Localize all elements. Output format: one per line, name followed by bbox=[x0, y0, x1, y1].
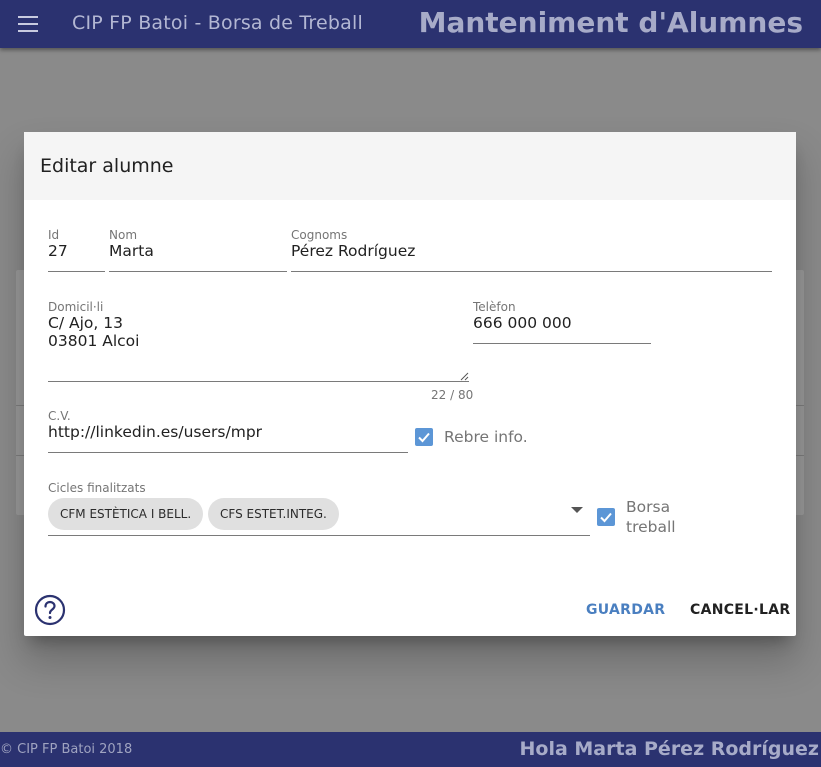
nom-value: Marta bbox=[109, 242, 154, 260]
id-label: Id bbox=[48, 228, 60, 242]
borsa-treball-checkbox[interactable] bbox=[597, 508, 615, 526]
app-bar: CIP FP Batoi - Borsa de Treball Mantenim… bbox=[0, 0, 821, 48]
help-circle-icon[interactable] bbox=[34, 594, 66, 626]
dialog-title: Editar alumne bbox=[40, 155, 174, 177]
domicili-label: Domicil·li bbox=[48, 300, 104, 314]
footer-copyright: © CIP FP Batoi 2018 bbox=[0, 742, 133, 757]
borsa-label-line2: treball bbox=[626, 518, 676, 536]
cognoms-value: Pérez Rodríguez bbox=[291, 242, 416, 260]
save-button[interactable]: GUARDAR bbox=[586, 602, 665, 618]
borsa-treball-label: Borsa treball bbox=[626, 497, 676, 537]
cognoms-field[interactable]: Cognoms Pérez Rodríguez bbox=[291, 228, 772, 272]
id-value: 27 bbox=[48, 242, 68, 260]
footer: © CIP FP Batoi 2018 Hola Marta Pérez Rod… bbox=[0, 732, 821, 767]
nom-label: Nom bbox=[109, 228, 138, 242]
cognoms-label: Cognoms bbox=[291, 228, 348, 242]
check-icon bbox=[418, 432, 430, 443]
borsa-label-line1: Borsa bbox=[626, 498, 671, 516]
rebre-info-checkbox[interactable] bbox=[415, 428, 433, 446]
edit-student-dialog: Editar alumne Id 27 Nom Marta Cognoms Pé… bbox=[24, 132, 796, 636]
resize-handle-icon[interactable] bbox=[460, 372, 469, 381]
domicili-textarea[interactable]: Domicil·li C/ Ajo, 13 03801 Alcoi bbox=[48, 300, 469, 382]
footer-greeting: Hola Marta Pérez Rodríguez bbox=[519, 738, 819, 760]
rebre-info-label: Rebre info. bbox=[444, 428, 528, 446]
domicili-char-counter: 22 / 80 bbox=[431, 388, 474, 402]
id-field[interactable]: Id 27 bbox=[48, 228, 105, 272]
cv-label: C.V. bbox=[48, 409, 71, 423]
nom-field[interactable]: Nom Marta bbox=[109, 228, 287, 272]
dropdown-arrow-icon[interactable] bbox=[571, 507, 583, 513]
cicles-label: Cicles finalitzats bbox=[48, 481, 146, 495]
telefon-label: Telèfon bbox=[473, 300, 516, 314]
menu-icon[interactable] bbox=[18, 16, 38, 32]
domicili-value: C/ Ajo, 13 03801 Alcoi bbox=[48, 314, 140, 350]
chip-cicle[interactable]: CFM ESTÈTICA I BELL. bbox=[48, 498, 204, 530]
check-icon bbox=[600, 512, 612, 523]
cv-value: http://linkedin.es/users/mpr bbox=[48, 423, 263, 441]
cv-field[interactable]: C.V. http://linkedin.es/users/mpr bbox=[48, 409, 408, 453]
page-title: Manteniment d'Alumnes bbox=[418, 6, 803, 39]
chip-cicle[interactable]: CFS ESTET.INTEG. bbox=[208, 498, 339, 530]
cancel-button[interactable]: CANCEL·LAR bbox=[690, 602, 790, 618]
app-title: CIP FP Batoi - Borsa de Treball bbox=[72, 12, 363, 34]
dialog-header: Editar alumne bbox=[24, 132, 796, 200]
telefon-value: 666 000 000 bbox=[473, 314, 572, 332]
telefon-field[interactable]: Telèfon 666 000 000 bbox=[473, 300, 651, 344]
